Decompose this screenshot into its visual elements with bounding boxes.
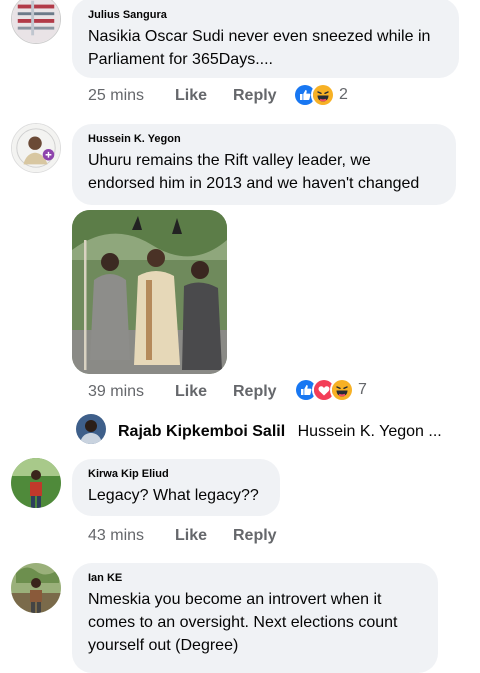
comment-time[interactable]: 39 mins <box>88 380 144 404</box>
avatar-kirwa-kip-eliud[interactable] <box>11 458 61 508</box>
comment-text: Uhuru remains the Rift valley leader, we… <box>88 152 420 192</box>
reaction-count: 2 <box>339 86 348 103</box>
comment-text: Nmeskia you become an introvert when it … <box>88 591 398 654</box>
like-button[interactable]: Like <box>175 84 207 108</box>
comment-author[interactable]: Kirwa Kip Eliud <box>88 467 264 481</box>
comment-time[interactable]: 25 mins <box>88 84 144 108</box>
comment-author[interactable]: Hussein K. Yegon <box>88 132 440 146</box>
like-button[interactable]: Like <box>175 524 207 548</box>
avatar-rajab-kipkemboi-salil[interactable] <box>76 414 106 444</box>
reactions-summary-2[interactable]: 7 <box>294 378 367 402</box>
avatar-hussein-k-yegon[interactable] <box>11 123 61 173</box>
comment-time[interactable]: 43 mins <box>88 524 144 548</box>
avatar-ian-ke[interactable] <box>11 563 61 613</box>
reactions-summary-1[interactable]: 2 <box>293 83 348 107</box>
reaction-count: 7 <box>358 381 367 398</box>
comment-bubble-3: Kirwa Kip Eliud Legacy? What legacy?? <box>72 459 280 516</box>
avatar-julius-sangura[interactable] <box>11 0 61 44</box>
laughing-face-icon <box>311 83 335 107</box>
reply-author[interactable]: Rajab Kipkemboi Salil <box>118 423 285 440</box>
comment-author[interactable]: Julius Sangura <box>88 8 443 22</box>
laughing-face-icon <box>330 378 354 402</box>
comment-text: Legacy? What legacy?? <box>88 487 259 504</box>
reply-button[interactable]: Reply <box>233 524 277 548</box>
reply-button[interactable]: Reply <box>233 380 277 404</box>
reply-snippet: Hussein K. Yegon ... <box>297 423 442 440</box>
comment-bubble-4: Ian KE Nmeskia you become an introvert w… <box>72 563 438 673</box>
comment-bubble-1: Julius Sangura Nasikia Oscar Sudi never … <box>72 0 459 78</box>
comment-author[interactable]: Ian KE <box>88 571 422 585</box>
like-button[interactable]: Like <box>175 380 207 404</box>
comment-bubble-2: Hussein K. Yegon Uhuru remains the Rift … <box>72 124 456 205</box>
comment-photo[interactable] <box>72 210 227 374</box>
reply-preview[interactable]: Rajab Kipkemboi Salil Hussein K. Yegon .… <box>118 420 442 444</box>
reply-button[interactable]: Reply <box>233 84 277 108</box>
comment-text: Nasikia Oscar Sudi never even sneezed wh… <box>88 28 431 68</box>
